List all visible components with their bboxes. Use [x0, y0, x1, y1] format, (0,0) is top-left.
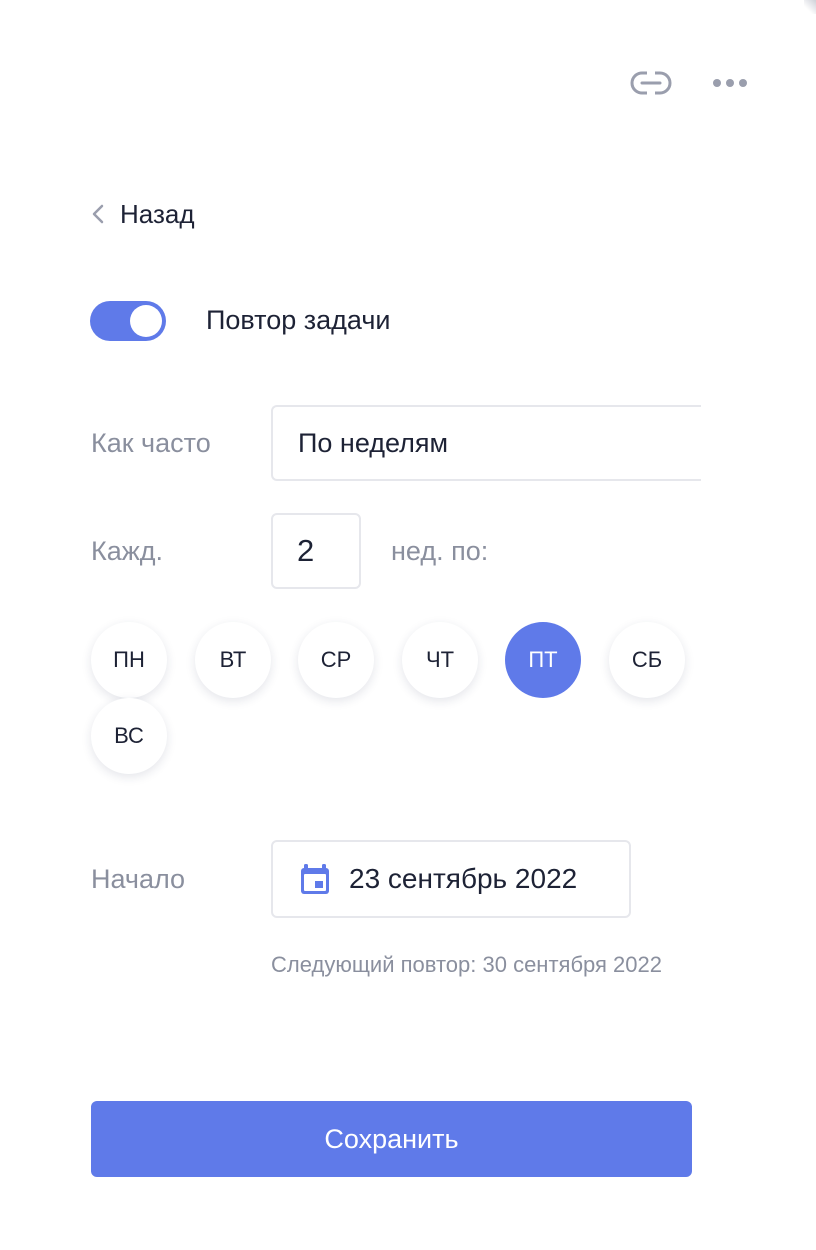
next-repeat-note: Следующий повтор: 30 сентября 2022 [271, 952, 662, 977]
more-horizontal-icon[interactable] [712, 74, 748, 92]
weekday-tue[interactable]: ВТ [195, 622, 271, 698]
start-label: Начало [91, 864, 186, 894]
repeat-toggle[interactable] [90, 301, 166, 341]
interval-label: Кажд. [91, 536, 164, 566]
frequency-value: По неделям [298, 427, 449, 458]
interval-suffix: нед. по: [391, 536, 489, 566]
weekday-sun[interactable]: ВС [91, 698, 167, 774]
frequency-select[interactable]: По неделям [271, 405, 701, 481]
start-date-field[interactable]: 23 сентябрь 2022 [271, 840, 631, 918]
calendar-icon [301, 864, 329, 894]
interval-input[interactable] [271, 513, 361, 589]
weekday-wed[interactable]: СР [298, 622, 374, 698]
start-date-value: 23 сентябрь 2022 [349, 863, 578, 894]
back-link[interactable]: Назад [90, 196, 195, 232]
weekday-mon[interactable]: ПН [91, 622, 167, 698]
repeat-toggle-label: Повтор задачи [206, 305, 391, 335]
weekday-fri[interactable]: ПТ [505, 622, 581, 698]
weekday-thu[interactable]: ЧТ [402, 622, 478, 698]
toggle-knob [130, 305, 162, 337]
weekday-sat[interactable]: СБ [609, 622, 685, 698]
link-icon[interactable] [630, 70, 672, 96]
task-repeat-panel: Назад Повтор задачи Как часто По неделям… [0, 0, 816, 1250]
chevron-left-icon [92, 204, 104, 224]
corner-shadow [804, 0, 816, 14]
frequency-label: Как часто [91, 428, 211, 458]
save-button[interactable]: Сохранить [91, 1101, 692, 1177]
back-label: Назад [120, 198, 195, 229]
